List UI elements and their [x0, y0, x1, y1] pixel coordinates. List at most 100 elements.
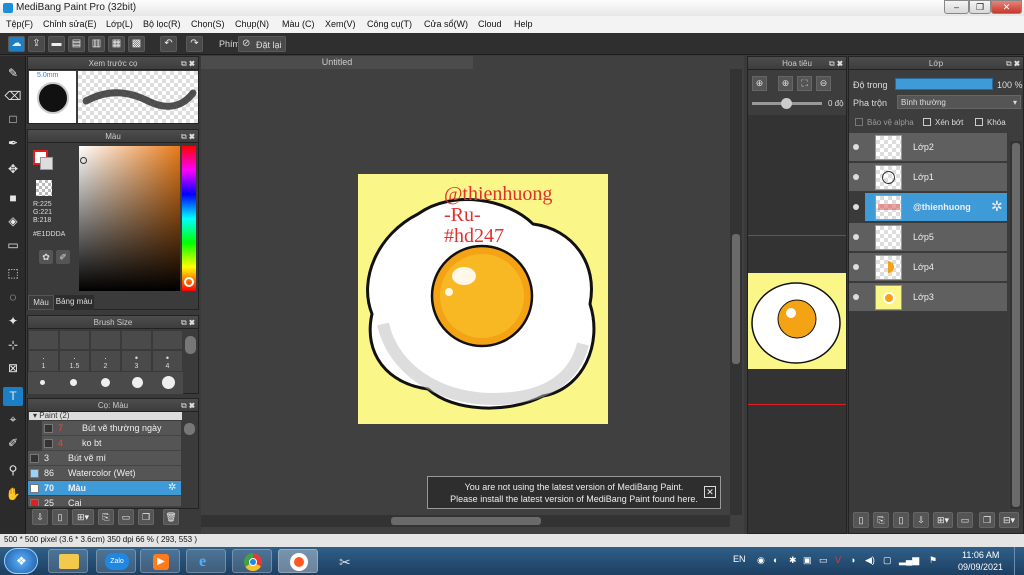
hue-slider[interactable]	[182, 146, 196, 291]
page-icon[interactable]: ▥	[88, 36, 105, 52]
menu-select[interactable]: Chọn(S)	[191, 19, 225, 29]
layer-row[interactable]: Lớp2	[849, 133, 1007, 162]
panel-controls-icon[interactable]: ⧉ ✖	[829, 57, 843, 70]
clock-date[interactable]: 09/09/2021	[958, 562, 1003, 572]
grid-icon[interactable]: ▩	[128, 36, 145, 52]
brush-item-selected[interactable]: 70 Màu ✲	[28, 481, 181, 496]
brush-tool-icon[interactable]: ✎	[3, 64, 23, 83]
brush-item[interactable]: 3 Bút vẽ mí	[28, 451, 181, 466]
menu-layer[interactable]: Lớp(L)	[106, 19, 133, 29]
size-cell[interactable]: • 4	[152, 350, 183, 372]
palette-icon[interactable]: ✿	[39, 250, 53, 264]
medibang-taskbar-button[interactable]	[278, 549, 318, 573]
add-layer-menu-icon[interactable]: ⊞▾	[933, 512, 953, 528]
share-icon[interactable]: ⇪	[28, 36, 45, 52]
flag-icon[interactable]: ⚑	[929, 555, 937, 566]
undo-button[interactable]: ↶	[160, 36, 177, 52]
transparent-swatch[interactable]	[36, 180, 52, 196]
zoom-out-icon[interactable]: ⊖	[816, 76, 831, 91]
size-cell[interactable]: · 1	[28, 350, 59, 372]
network-signal-icon[interactable]: ▂▄▆	[899, 555, 919, 566]
language-indicator[interactable]: EN	[733, 554, 746, 564]
color-dropper-icon[interactable]: ✐	[56, 250, 70, 264]
bluetooth-icon[interactable]: ✱	[789, 555, 797, 566]
tab-color[interactable]: Màu	[28, 295, 54, 310]
comment-icon[interactable]: ▬	[48, 36, 65, 52]
select-pen-icon[interactable]: ⊹	[3, 336, 23, 355]
size-cell[interactable]	[59, 330, 90, 350]
hand-tool-icon[interactable]: ✋	[3, 485, 23, 504]
chat-icon[interactable]: ▢	[883, 555, 892, 566]
hue-handle[interactable]	[184, 277, 194, 287]
antivirus-icon[interactable]: V	[835, 555, 841, 565]
size-dot-icon[interactable]	[40, 380, 45, 385]
size-cell[interactable]	[90, 330, 121, 350]
size-dot-icon[interactable]	[70, 379, 77, 386]
brush-list-scrollbar[interactable]	[184, 423, 195, 435]
size-cell[interactable]: · 2	[90, 350, 121, 372]
brush-item[interactable]: 7 Bút vẽ thường ngày	[42, 421, 181, 436]
lock-checkbox[interactable]	[975, 118, 983, 126]
start-button[interactable]: ❖	[4, 548, 38, 574]
vertical-scroll-thumb[interactable]	[732, 234, 740, 364]
panel-controls-icon[interactable]: ⧉ ✖	[181, 130, 195, 143]
rect-tool-icon[interactable]: □	[3, 110, 23, 129]
snipping-tool-icon[interactable]: ✂	[326, 549, 366, 573]
protect-alpha-checkbox[interactable]	[855, 118, 863, 126]
new-layer-icon[interactable]: ▯	[853, 512, 869, 528]
reset-button[interactable]: ⊘ Đặt lại	[238, 36, 286, 52]
menu-help[interactable]: Help	[514, 19, 533, 29]
size-dot-icon[interactable]	[162, 376, 175, 389]
menu-edit[interactable]: Chỉnh sửa(E)	[43, 19, 97, 29]
duplicate-layer-icon[interactable]: ❐	[979, 512, 995, 528]
canvas-document[interactable]: @thienhuong -Ru- #hd247	[358, 174, 608, 424]
trash-icon[interactable]: 🗑	[163, 509, 179, 525]
brush-size-scrollbar[interactable]	[185, 336, 196, 354]
vertical-scrollbar[interactable]	[730, 69, 742, 515]
eyedropper-icon[interactable]: ⚲	[3, 461, 23, 480]
zoom-in-icon[interactable]: ⊕	[752, 76, 767, 91]
new-8bit-layer-icon[interactable]: ▯	[893, 512, 909, 528]
new-brush-icon[interactable]: ▯	[52, 509, 68, 525]
zoom-in-2-icon[interactable]: ⊕	[778, 76, 793, 91]
size-dot-icon[interactable]	[101, 378, 110, 387]
internet-explorer-icon[interactable]: e	[186, 549, 226, 573]
cloud-download-icon[interactable]: ⇩	[32, 509, 48, 525]
move-tool-icon[interactable]: ✥	[3, 160, 23, 179]
gear-icon[interactable]: ✲	[168, 482, 176, 493]
file-explorer-icon[interactable]	[48, 549, 88, 573]
horizontal-scrollbar[interactable]	[201, 515, 730, 527]
layout-icon[interactable]: ▦	[108, 36, 125, 52]
visibility-icon[interactable]	[853, 264, 859, 270]
close-button[interactable]: ✕	[991, 0, 1022, 14]
gradient-tool-icon[interactable]: ▭	[3, 236, 23, 255]
security-icon[interactable]: ▣	[803, 555, 812, 566]
eraser-tool-icon[interactable]: ⌫	[3, 87, 23, 106]
zalo-taskbar-button[interactable]: Zalo	[96, 549, 136, 573]
bucket-tool-icon[interactable]: ◈	[3, 212, 23, 231]
saturation-value-picker[interactable]	[79, 146, 180, 291]
layer-scrollbar[interactable]	[1010, 141, 1022, 509]
panel-controls-icon[interactable]: ⧉ ✖	[181, 57, 195, 70]
size-cell[interactable]	[28, 330, 59, 350]
visibility-icon[interactable]	[853, 174, 859, 180]
text-tool-icon[interactable]: T	[3, 387, 23, 406]
panel-controls-icon[interactable]: ⧉ ✖	[1006, 57, 1020, 70]
size-dot-icon[interactable]	[132, 377, 143, 388]
layer-row-selected[interactable]: @thienhuong ✲	[865, 193, 1007, 222]
brush-item[interactable]: 25 Cai	[28, 496, 181, 507]
layer-row[interactable]: Lớp1	[849, 163, 1007, 192]
brush-settings-icon[interactable]: ⎘	[98, 509, 114, 525]
magic-wand-icon[interactable]: ✦	[3, 312, 23, 331]
navigator-viewport[interactable]	[748, 115, 846, 533]
layer-scroll-thumb[interactable]	[1012, 143, 1020, 507]
volume-icon[interactable]: ◀)	[865, 555, 875, 566]
menu-file[interactable]: Tệp(F)	[6, 19, 33, 29]
chrome-icon[interactable]	[232, 549, 272, 573]
menu-cloud[interactable]: Cloud	[478, 19, 502, 29]
size-cell[interactable]: · 1.5	[59, 350, 90, 372]
close-notice-icon[interactable]: ✕	[704, 486, 716, 498]
lasso-tool-icon[interactable]: ◌	[3, 288, 23, 307]
layer-row[interactable]: Lớp4	[849, 253, 1007, 282]
size-cell[interactable]: • 3	[121, 350, 152, 372]
